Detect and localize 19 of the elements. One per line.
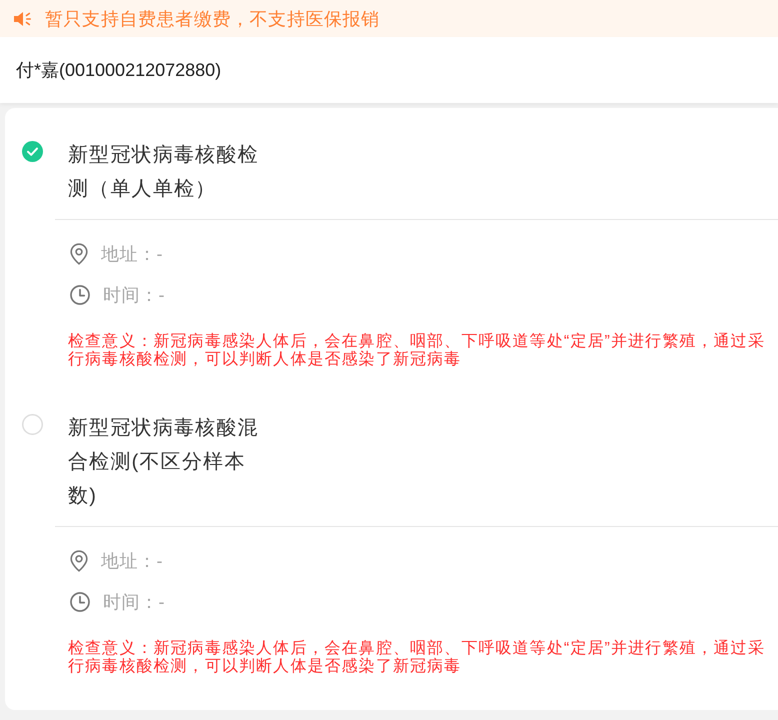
address-text: 地址：-: [101, 550, 163, 572]
selected-radio[interactable]: [22, 141, 43, 162]
speaker-icon: [13, 10, 33, 26]
test-title: 新型冠状病毒核酸检测（单人单检）: [68, 143, 260, 202]
location-pin-icon: [70, 242, 88, 264]
time-text: 时间：-: [103, 284, 165, 306]
test-title: 新型冠状病毒核酸混合检测(不区分样本数): [68, 416, 260, 509]
time-text: 时间：-: [103, 590, 165, 614]
patient-name: 付*嘉(001000212072880): [16, 59, 222, 82]
description-text: 检查意义：新冠病毒感染人体后，会在鼻腔、咽部、下呼吸道等处“定居”并进行繁殖，通过采: [68, 640, 765, 658]
notice-text: 暂只支持自费患者缴费，不支持医保报销: [45, 8, 380, 30]
unselected-radio[interactable]: [22, 414, 43, 435]
clock-icon: [70, 592, 90, 612]
description-text: 检查意义：新冠病毒感染人体后，会在鼻腔、咽部、下呼吸道等处“定居”并进行繁殖，通过采: [68, 333, 765, 350]
location-pin-icon: [70, 550, 88, 572]
description-text: 行病毒核酸检测，可以判断人体是否感染了新冠病毒: [68, 658, 462, 676]
description-text: 行病毒核酸检测，可以判断人体是否感染了新冠病毒: [68, 351, 462, 369]
address-text: 地址：-: [101, 242, 163, 266]
clock-icon: [70, 284, 90, 304]
